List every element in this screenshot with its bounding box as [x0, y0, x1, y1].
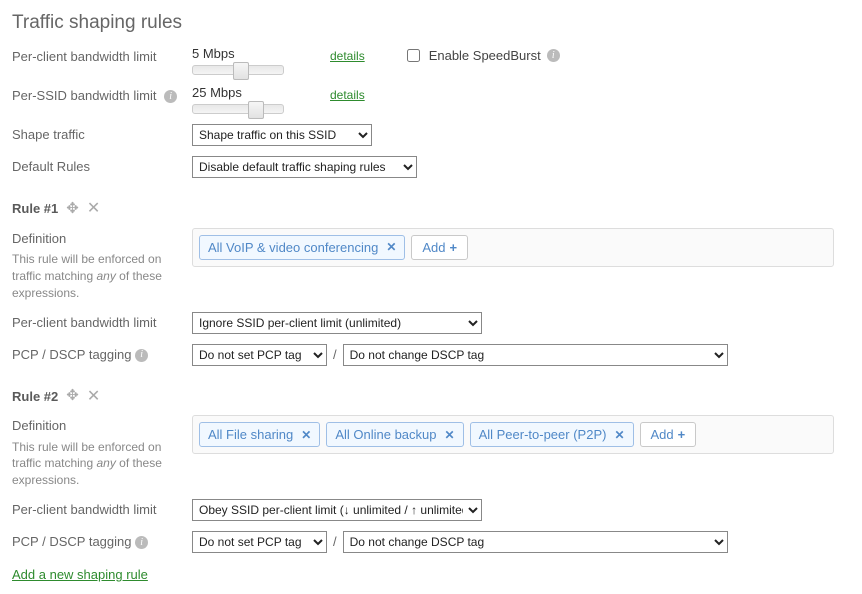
- remove-tag-icon[interactable]: ✕: [614, 428, 624, 442]
- definition-tags: All File sharing✕All Online backup✕All P…: [192, 415, 834, 454]
- plus-icon: +: [450, 240, 458, 255]
- add-shaping-rule-link[interactable]: Add a new shaping rule: [12, 567, 148, 582]
- rule-per-client-limit-select[interactable]: Obey SSID per-client limit (↓ unlimited …: [192, 499, 482, 521]
- per-ssid-value: 25 Mbps: [192, 85, 312, 100]
- rule-per-client-limit-label: Per-client bandwidth limit: [12, 502, 157, 517]
- per-ssid-details-link[interactable]: details: [330, 88, 365, 102]
- info-icon[interactable]: i: [164, 90, 177, 103]
- definition-help: This rule will be enforced on traffic ma…: [12, 439, 192, 489]
- plus-icon: +: [678, 427, 686, 442]
- definition-tag: All VoIP & video conferencing ✕: [199, 235, 405, 260]
- add-label: Add: [651, 427, 674, 442]
- speedburst-checkbox[interactable]: [407, 49, 420, 62]
- definition-label: Definition: [12, 418, 66, 433]
- pcp-dscp-label: PCP / DSCP tagging: [12, 534, 131, 549]
- per-client-slider[interactable]: [192, 65, 284, 75]
- info-icon[interactable]: i: [135, 536, 148, 549]
- remove-tag-icon[interactable]: ✕: [445, 428, 455, 442]
- rule-title: Rule #1: [12, 200, 58, 218]
- definition-tag: All Peer-to-peer (P2P) ✕: [470, 422, 634, 447]
- tag-label: All Peer-to-peer (P2P): [479, 427, 607, 442]
- tag-label: All File sharing: [208, 427, 293, 442]
- tag-label: All VoIP & video conferencing: [208, 240, 378, 255]
- pcp-dscp-label: PCP / DSCP tagging: [12, 347, 131, 362]
- definition-label: Definition: [12, 231, 66, 246]
- move-icon[interactable]: ✥: [66, 386, 79, 406]
- default-rules-label: Default Rules: [12, 159, 90, 174]
- speedburst-label: Enable SpeedBurst: [429, 48, 541, 63]
- rule-per-client-limit-label: Per-client bandwidth limit: [12, 315, 157, 330]
- definition-tag: All Online backup ✕: [326, 422, 463, 447]
- add-label: Add: [422, 240, 445, 255]
- per-ssid-slider-thumb[interactable]: [248, 101, 264, 119]
- dscp-select[interactable]: Do not change DSCP tag: [343, 344, 728, 366]
- per-ssid-bandwidth-label: Per-SSID bandwidth limit: [12, 88, 157, 103]
- close-icon[interactable]: ✕: [87, 198, 100, 220]
- default-rules-select[interactable]: Disable default traffic shaping rules: [192, 156, 417, 178]
- definition-tag: All File sharing ✕: [199, 422, 320, 447]
- rule-title: Rule #2: [12, 388, 58, 406]
- definition-tags: All VoIP & video conferencing ✕ Add +: [192, 228, 834, 267]
- shape-traffic-select[interactable]: Shape traffic on this SSID: [192, 124, 372, 146]
- rule-per-client-limit-select[interactable]: Ignore SSID per-client limit (unlimited): [192, 312, 482, 334]
- pcp-select[interactable]: Do not set PCP tag: [192, 531, 327, 553]
- remove-tag-icon[interactable]: ✕: [301, 428, 311, 442]
- per-client-value: 5 Mbps: [192, 46, 312, 61]
- add-definition-button[interactable]: Add +: [640, 422, 697, 447]
- per-client-bandwidth-label: Per-client bandwidth limit: [12, 49, 157, 64]
- per-client-slider-thumb[interactable]: [233, 62, 249, 80]
- per-ssid-slider[interactable]: [192, 104, 284, 114]
- move-icon[interactable]: ✥: [66, 199, 79, 219]
- close-icon[interactable]: ✕: [87, 386, 100, 408]
- info-icon[interactable]: i: [135, 349, 148, 362]
- tag-label: All Online backup: [335, 427, 436, 442]
- separator: /: [333, 534, 337, 549]
- info-icon[interactable]: i: [547, 49, 560, 62]
- add-definition-button[interactable]: Add +: [411, 235, 468, 260]
- page-title: Traffic shaping rules: [12, 12, 862, 34]
- definition-help: This rule will be enforced on traffic ma…: [12, 251, 192, 301]
- remove-tag-icon[interactable]: ✕: [386, 240, 396, 254]
- pcp-select[interactable]: Do not set PCP tag: [192, 344, 327, 366]
- shape-traffic-label: Shape traffic: [12, 127, 85, 142]
- per-client-details-link[interactable]: details: [330, 49, 365, 63]
- dscp-select[interactable]: Do not change DSCP tag: [343, 531, 728, 553]
- separator: /: [333, 347, 337, 362]
